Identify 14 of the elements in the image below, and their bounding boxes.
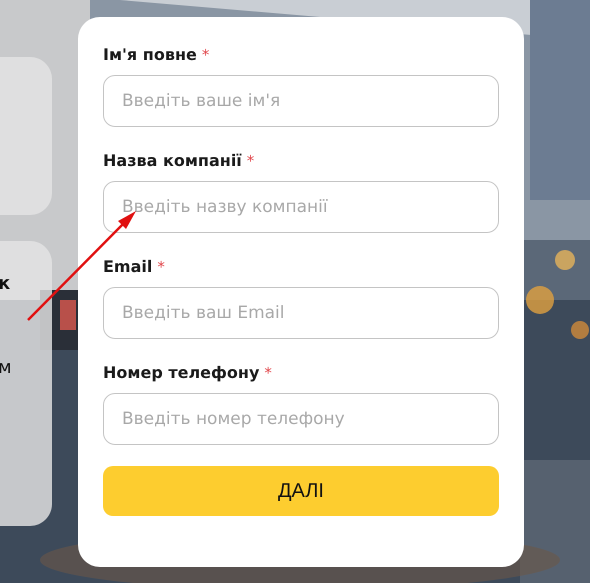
field-label: Ім'я повне (103, 45, 197, 64)
field-label: Назва компанії (103, 151, 242, 170)
field-label: Номер телефону (103, 363, 260, 382)
input-field[interactable]: Введіть номер телефону (103, 393, 499, 445)
required-mark: * (157, 258, 165, 276)
next-button[interactable]: ДАЛІ (103, 466, 499, 516)
input-field[interactable]: Введіть назву компанії (103, 181, 499, 233)
required-mark: * (202, 46, 210, 64)
required-mark: * (246, 152, 254, 170)
field-label: Email (103, 257, 152, 276)
card-text: м (0, 357, 13, 379)
required-mark: * (264, 364, 272, 382)
input-field[interactable]: Введіть ваш Email (103, 287, 499, 339)
input-field[interactable]: Введіть ваше ім'я (103, 75, 499, 127)
